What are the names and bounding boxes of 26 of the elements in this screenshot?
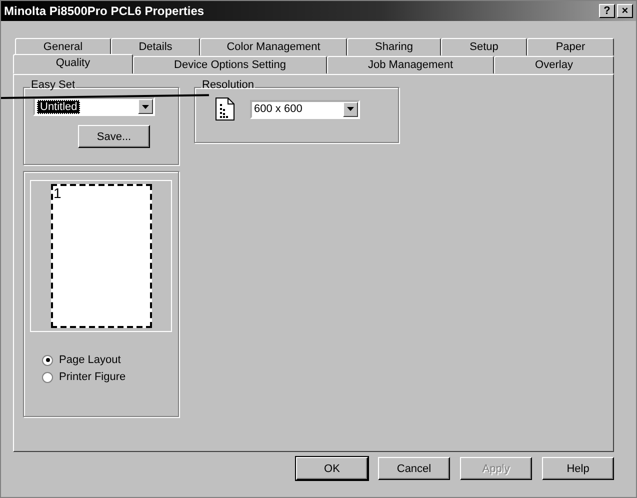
tab[interactable]: Device Options Setting xyxy=(133,56,327,74)
tab[interactable]: Sharing xyxy=(347,38,441,56)
group-title: Resolution xyxy=(201,79,255,91)
help-button[interactable]: ? xyxy=(599,4,615,18)
page-number: 1 xyxy=(52,185,62,201)
radio-button[interactable] xyxy=(42,372,53,382)
dialog-button[interactable]: OK xyxy=(296,457,368,480)
tab[interactable]: Details xyxy=(111,38,200,56)
radio-button[interactable] xyxy=(42,354,53,366)
tab[interactable]: Overlay xyxy=(494,56,614,74)
save-button[interactable]: Save... xyxy=(78,125,150,148)
easy-set-dropdown[interactable]: Untitled xyxy=(33,97,155,116)
tab[interactable]: Quality xyxy=(13,54,133,74)
window-title: Minolta Pi8500Pro PCL6 Properties xyxy=(4,4,204,18)
dotted-document-icon xyxy=(215,97,235,121)
tab[interactable]: Job Management xyxy=(327,56,494,74)
tab[interactable]: Setup xyxy=(441,38,527,56)
group-title: Easy Set xyxy=(30,79,76,91)
tab[interactable]: Color Management xyxy=(200,38,347,56)
close-button[interactable]: × xyxy=(617,4,633,18)
radio-option[interactable]: Page Layout xyxy=(42,354,172,366)
dialog-button[interactable]: Cancel xyxy=(378,457,450,480)
radio-option[interactable]: Printer Figure xyxy=(42,371,172,383)
dialog-button[interactable]: Help xyxy=(542,457,614,480)
resolution-dropdown[interactable]: 600 x 600 xyxy=(250,100,360,118)
tab[interactable]: Paper xyxy=(527,38,614,56)
